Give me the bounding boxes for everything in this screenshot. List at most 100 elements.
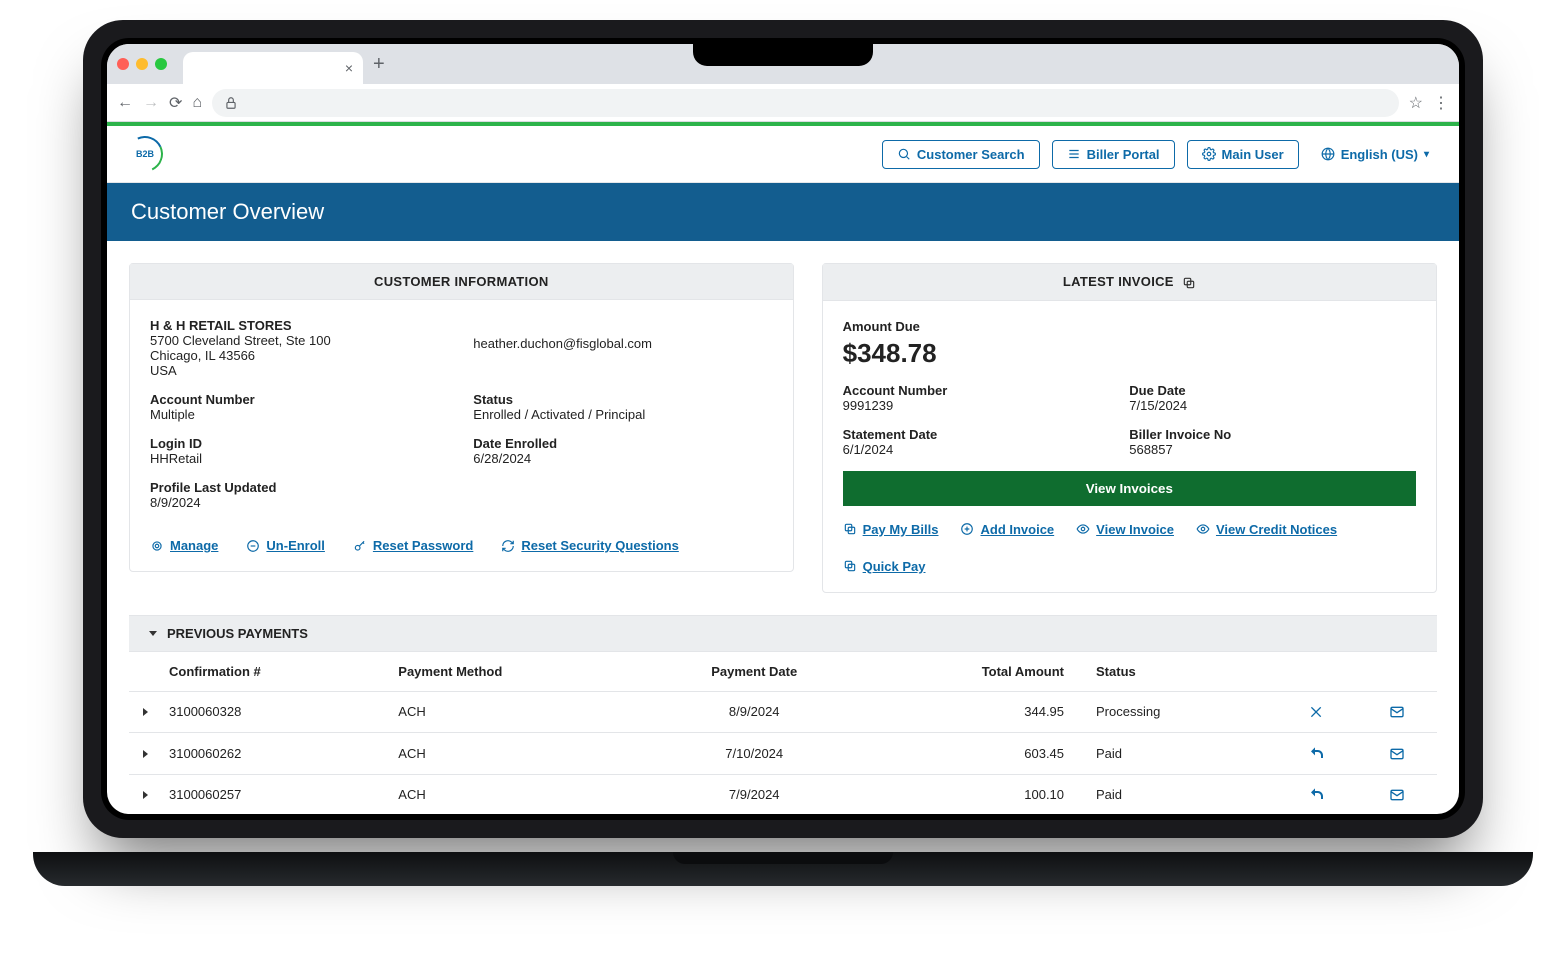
col-method: Payment Method <box>390 652 645 692</box>
browser-tab[interactable]: × <box>183 52 363 84</box>
amount-due-label: Amount Due <box>843 319 1416 334</box>
eye-icon <box>1076 522 1090 536</box>
status-label: Status <box>473 392 772 407</box>
window-close-dot[interactable] <box>117 58 129 70</box>
col-status: Status <box>1072 652 1277 692</box>
expand-row-icon[interactable] <box>143 791 148 799</box>
logo[interactable] <box>127 136 167 172</box>
pay-my-bills-link[interactable]: Pay My Bills <box>843 522 939 537</box>
cell-date: 8/9/2024 <box>646 691 863 733</box>
mail-icon[interactable] <box>1389 787 1405 802</box>
account-number-value: Multiple <box>150 407 449 422</box>
cell-date: 7/10/2024 <box>646 733 863 775</box>
manage-link[interactable]: Manage <box>150 538 218 553</box>
refresh-icon <box>501 539 515 553</box>
view-invoice-link[interactable]: View Invoice <box>1076 522 1174 537</box>
profile-updated-label: Profile Last Updated <box>150 480 449 495</box>
view-invoices-button[interactable]: View Invoices <box>843 471 1416 506</box>
previous-payments-table: Confirmation # Payment Method Payment Da… <box>129 652 1437 814</box>
inv-account-number-label: Account Number <box>843 383 1130 398</box>
table-row: 3100060257ACH7/9/2024100.10Paid <box>129 774 1437 814</box>
biller-invoice-label: Biller Invoice No <box>1129 427 1416 442</box>
biller-portal-button[interactable]: Biller Portal <box>1052 140 1175 169</box>
table-row: 3100060262ACH7/10/2024603.45Paid <box>129 733 1437 775</box>
copy-icon[interactable] <box>1182 276 1196 290</box>
customer-email: heather.duchon@fisglobal.com <box>473 336 772 351</box>
cell-status: Paid <box>1072 733 1277 775</box>
cell-confirmation: 3100060257 <box>161 774 390 814</box>
copy-icon <box>843 559 857 573</box>
cell-total: 603.45 <box>863 733 1072 775</box>
customer-search-button[interactable]: Customer Search <box>882 140 1040 169</box>
expand-row-icon[interactable] <box>143 708 148 716</box>
key-icon <box>353 539 367 553</box>
customer-addr3: USA <box>150 363 449 378</box>
back-icon[interactable]: ← <box>117 94 133 112</box>
col-total: Total Amount <box>863 652 1072 692</box>
url-field[interactable] <box>212 89 1399 117</box>
inv-account-number-value: 9991239 <box>843 398 1130 413</box>
list-icon <box>1067 147 1081 161</box>
col-date: Payment Date <box>646 652 863 692</box>
previous-payments-header[interactable]: PREVIOUS PAYMENTS <box>129 615 1437 652</box>
reload-icon[interactable]: ⟳ <box>169 93 182 113</box>
account-number-label: Account Number <box>150 392 449 407</box>
due-date-label: Due Date <box>1129 383 1416 398</box>
plus-circle-icon <box>960 522 974 536</box>
customer-info-card: CUSTOMER INFORMATION H & H RETAIL STORES… <box>129 263 794 572</box>
quick-pay-link[interactable]: Quick Pay <box>843 559 926 574</box>
cell-date: 7/9/2024 <box>646 774 863 814</box>
main-user-button[interactable]: Main User <box>1187 140 1299 169</box>
browser-address-bar: ← → ⟳ ⌂ ☆ ⋮ <box>107 84 1459 122</box>
cell-method: ACH <box>390 733 645 775</box>
tab-close-icon[interactable]: × <box>345 60 353 76</box>
browser-menu-icon[interactable]: ⋮ <box>1433 93 1449 113</box>
copy-icon <box>843 522 857 536</box>
customer-addr1: 5700 Cleveland Street, Ste 100 <box>150 333 449 348</box>
globe-icon <box>1321 147 1335 161</box>
page-title: Customer Overview <box>107 183 1459 241</box>
cell-total: 100.10 <box>863 774 1072 814</box>
chevron-down-icon <box>149 631 157 636</box>
due-date-value: 7/15/2024 <box>1129 398 1416 413</box>
customer-addr2: Chicago, IL 43566 <box>150 348 449 363</box>
cell-status: Paid <box>1072 774 1277 814</box>
view-credit-notices-link[interactable]: View Credit Notices <box>1196 522 1337 537</box>
tab-add-icon[interactable]: + <box>373 53 385 76</box>
latest-invoice-card: LATEST INVOICE Amount Due $348.78 Accoun… <box>822 263 1437 593</box>
window-maximize-dot[interactable] <box>155 58 167 70</box>
add-invoice-link[interactable]: Add Invoice <box>960 522 1054 537</box>
undo-icon[interactable] <box>1309 787 1325 802</box>
forward-icon[interactable]: → <box>143 94 159 112</box>
cell-method: ACH <box>390 691 645 733</box>
window-minimize-dot[interactable] <box>136 58 148 70</box>
reset-password-link[interactable]: Reset Password <box>353 538 473 553</box>
search-icon <box>897 147 911 161</box>
statement-date-label: Statement Date <box>843 427 1130 442</box>
cell-status: Processing <box>1072 691 1277 733</box>
customer-info-heading: CUSTOMER INFORMATION <box>130 264 793 300</box>
mail-icon[interactable] <box>1389 704 1405 719</box>
reset-security-link[interactable]: Reset Security Questions <box>501 538 679 553</box>
col-confirmation: Confirmation # <box>161 652 390 692</box>
eye-icon <box>1196 522 1210 536</box>
customer-name: H & H RETAIL STORES <box>150 318 449 333</box>
language-selector[interactable]: English (US) ▾ <box>1311 141 1439 168</box>
statement-date-value: 6/1/2024 <box>843 442 1130 457</box>
cancel-icon[interactable] <box>1309 704 1325 719</box>
gear-icon <box>150 539 164 553</box>
login-id-value: HHRetail <box>150 451 449 466</box>
unenroll-link[interactable]: Un-Enroll <box>246 538 325 553</box>
date-enrolled-value: 6/28/2024 <box>473 451 772 466</box>
table-row: 3100060328ACH8/9/2024344.95Processing <box>129 691 1437 733</box>
mail-icon[interactable] <box>1389 745 1405 760</box>
login-id-label: Login ID <box>150 436 449 451</box>
cell-confirmation: 3100060262 <box>161 733 390 775</box>
latest-invoice-heading: LATEST INVOICE <box>823 264 1436 301</box>
undo-icon[interactable] <box>1309 745 1325 760</box>
star-icon[interactable]: ☆ <box>1409 93 1423 113</box>
status-value: Enrolled / Activated / Principal <box>473 407 772 422</box>
expand-row-icon[interactable] <box>143 750 148 758</box>
home-icon[interactable]: ⌂ <box>192 94 202 112</box>
cell-total: 344.95 <box>863 691 1072 733</box>
